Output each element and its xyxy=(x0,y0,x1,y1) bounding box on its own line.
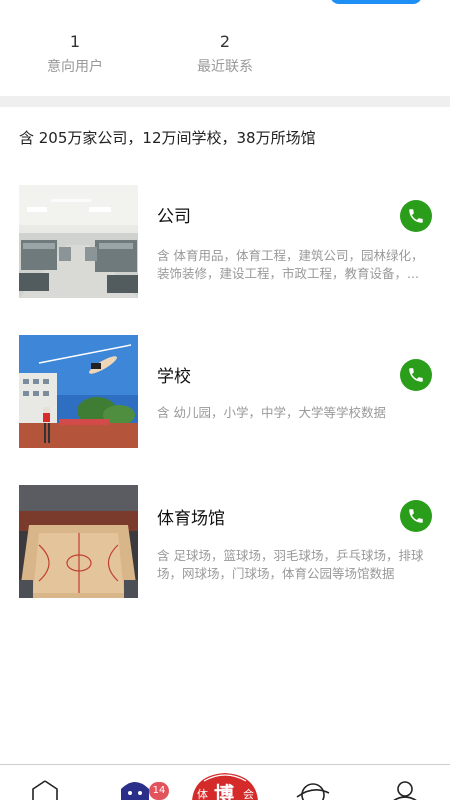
card-description: 含 幼儿园，小学，中学，大学等学校数据 xyxy=(157,405,386,420)
call-button[interactable] xyxy=(400,500,432,532)
stat-label: 意向用户 xyxy=(47,59,103,75)
arena-thumbnail xyxy=(19,485,138,598)
category-card-venue[interactable]: 体育场馆 含 足球场，篮球场，羽毛球场，乒乓球场，排球场，网球场，门球场，体育公… xyxy=(0,485,450,605)
phone-icon xyxy=(409,368,423,382)
user-icon xyxy=(393,781,417,800)
planet-icon xyxy=(296,783,330,800)
card-title: 体育场馆 xyxy=(157,509,225,529)
phone-icon xyxy=(409,509,423,523)
office-thumbnail xyxy=(19,185,138,298)
category-card-company[interactable]: 公司 含 体育用品，体育工程，建筑公司，园林绿化，装饰装修，建设工程，市政工程，… xyxy=(0,185,450,305)
stat-label: 最近联系 xyxy=(197,59,253,75)
stat-value: 2 xyxy=(219,32,231,51)
stats-row: 1 意向用户 2 最近联系 xyxy=(0,30,450,96)
unread-badge: 14 xyxy=(149,782,169,800)
card-description: 含 足球场，篮球场，羽毛球场，乒乓球场，排球场，网球场，门球场，体育公园等场馆数… xyxy=(157,548,424,581)
category-card-school[interactable]: 学校 含 幼儿园，小学，中学，大学等学校数据 xyxy=(0,335,450,455)
card-title: 公司 xyxy=(157,207,191,227)
card-title: 学校 xyxy=(157,367,191,387)
tab-discover[interactable] xyxy=(283,765,343,800)
stat-intent-users[interactable]: 1 意向用户 xyxy=(25,30,125,78)
tab-profile[interactable] xyxy=(375,765,435,800)
expo-logo-main-char: 博 xyxy=(214,782,234,800)
home-icon xyxy=(32,780,58,800)
tab-home[interactable] xyxy=(15,765,75,800)
section-divider xyxy=(0,96,450,107)
top-action-button[interactable] xyxy=(330,0,422,4)
stat-recent-contacts[interactable]: 2 最近联系 xyxy=(175,30,275,78)
call-button[interactable] xyxy=(400,359,432,391)
data-summary: 含 205万家公司，12万间学校，38万所场馆 xyxy=(19,129,316,147)
expo-logo-right-char: 会 xyxy=(243,788,254,800)
stat-value: 1 xyxy=(69,32,81,51)
school-thumbnail xyxy=(19,335,138,448)
expo-logo-left-char: 体 xyxy=(197,788,208,800)
phone-icon xyxy=(409,209,423,223)
card-description: 含 体育用品，体育工程，建筑公司，园林绿化，装饰装修，建设工程，市政工程，教育设… xyxy=(157,248,424,281)
call-button[interactable] xyxy=(400,200,432,232)
